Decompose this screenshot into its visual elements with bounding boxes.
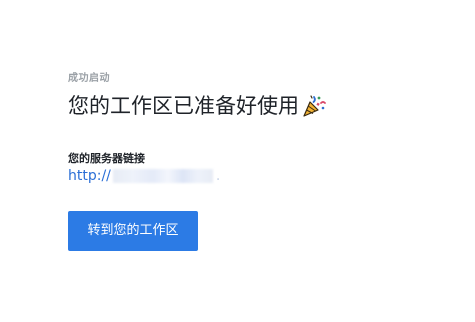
page-title: 您的工作区已准备好使用 [68, 92, 327, 120]
server-link[interactable]: http:// [68, 167, 111, 185]
server-link-label: 您的服务器链接 [68, 152, 145, 165]
link-trailing-dot: . [215, 168, 221, 184]
go-to-workspace-button[interactable]: 转到您的工作区 [68, 211, 198, 251]
server-link-row: http:// . [68, 167, 220, 185]
page-title-text: 您的工作区已准备好使用 [68, 94, 299, 118]
success-panel: 成功启动 您的工作区已准备好使用 您的服务器链接 http:// . 转到您的工 [68, 0, 448, 322]
status-label: 成功启动 [68, 73, 110, 84]
redacted-url-mask [112, 169, 213, 183]
party-popper-icon [301, 94, 327, 118]
